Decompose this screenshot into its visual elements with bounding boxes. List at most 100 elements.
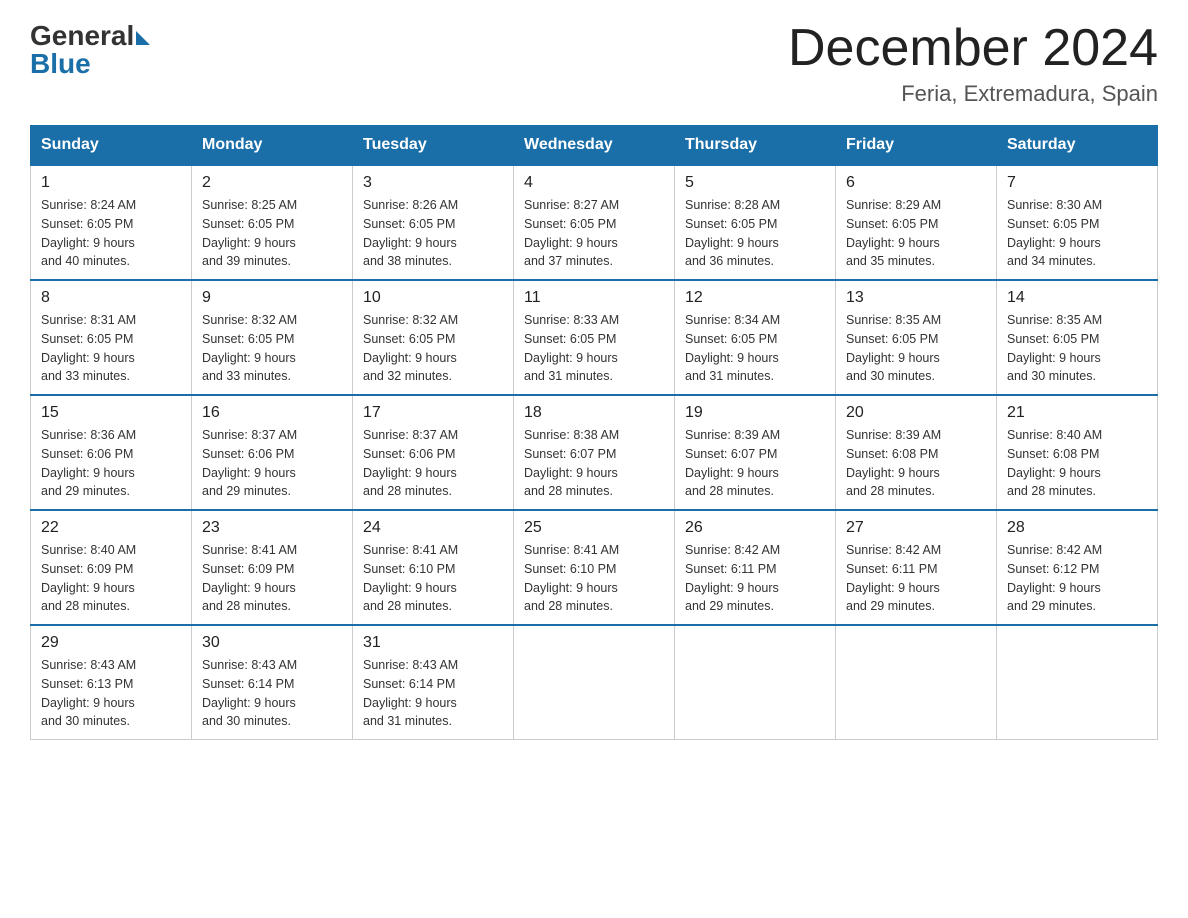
day-info: Sunrise: 8:43 AMSunset: 6:14 PMDaylight:… <box>202 656 342 731</box>
day-cell: 3 Sunrise: 8:26 AMSunset: 6:05 PMDaylight… <box>353 165 514 280</box>
day-cell: 4Sunrise: 8:27 AMSunset: 6:05 PMDaylight… <box>514 165 675 280</box>
day-number: 4 <box>524 174 664 192</box>
header-thursday: Thursday <box>675 126 836 166</box>
day-cell: 15 Sunrise: 8:36 AMSunset: 6:06 PMDayligh… <box>31 395 192 510</box>
day-cell: 25 Sunrise: 8:41 AMSunset: 6:10 PMDayligh… <box>514 510 675 625</box>
day-cell: 12Sunrise: 8:34 AMSunset: 6:05 PMDayligh… <box>675 280 836 395</box>
day-number: 15 <box>41 404 181 422</box>
day-info: Sunrise: 8:43 AMSunset: 6:13 PMDaylight:… <box>41 656 181 731</box>
day-info: Sunrise: 8:42 AMSunset: 6:11 PMDaylight:… <box>685 541 825 616</box>
calendar-header-row: SundayMondayTuesdayWednesdayThursdayFrid… <box>31 126 1158 166</box>
day-number: 23 <box>202 519 342 537</box>
header-saturday: Saturday <box>997 126 1158 166</box>
day-number: 27 <box>846 519 986 537</box>
day-info: Sunrise: 8:29 AMSunset: 6:05 PMDaylight:… <box>846 196 986 271</box>
day-cell: 16 Sunrise: 8:37 AMSunset: 6:06 PMDayligh… <box>192 395 353 510</box>
day-cell: 2Sunrise: 8:25 AMSunset: 6:05 PMDaylight… <box>192 165 353 280</box>
day-number: 11 <box>524 289 664 307</box>
day-number: 2 <box>202 174 342 192</box>
day-number: 22 <box>41 519 181 537</box>
week-row-1: 1 Sunrise: 8:24 AMSunset: 6:05 PMDaylight… <box>31 165 1158 280</box>
day-info: Sunrise: 8:32 AMSunset: 6:05 PMDaylight:… <box>202 311 342 386</box>
header-sunday: Sunday <box>31 126 192 166</box>
location-subtitle: Feria, Extremadura, Spain <box>788 81 1158 107</box>
day-info: Sunrise: 8:39 AMSunset: 6:08 PMDaylight:… <box>846 426 986 501</box>
day-number: 17 <box>363 404 503 422</box>
week-row-2: 8 Sunrise: 8:31 AMSunset: 6:05 PMDaylight… <box>31 280 1158 395</box>
week-row-4: 22Sunrise: 8:40 AMSunset: 6:09 PMDayligh… <box>31 510 1158 625</box>
day-cell: 31 Sunrise: 8:43 AMSunset: 6:14 PMDayligh… <box>353 625 514 740</box>
day-cell <box>997 625 1158 740</box>
day-info: Sunrise: 8:24 AMSunset: 6:05 PMDaylight:… <box>41 196 181 271</box>
day-info: Sunrise: 8:41 AMSunset: 6:09 PMDaylight:… <box>202 541 342 616</box>
day-info: Sunrise: 8:40 AMSunset: 6:08 PMDaylight:… <box>1007 426 1147 501</box>
header-wednesday: Wednesday <box>514 126 675 166</box>
day-info: Sunrise: 8:32 AMSunset: 6:05 PMDaylight:… <box>363 311 503 386</box>
day-cell: 26 Sunrise: 8:42 AMSunset: 6:11 PMDayligh… <box>675 510 836 625</box>
day-cell: 27 Sunrise: 8:42 AMSunset: 6:11 PMDayligh… <box>836 510 997 625</box>
day-number: 7 <box>1007 174 1147 192</box>
day-number: 24 <box>363 519 503 537</box>
day-info: Sunrise: 8:36 AMSunset: 6:06 PMDaylight:… <box>41 426 181 501</box>
day-number: 8 <box>41 289 181 307</box>
day-cell: 7 Sunrise: 8:30 AMSunset: 6:05 PMDaylight… <box>997 165 1158 280</box>
day-info: Sunrise: 8:33 AMSunset: 6:05 PMDaylight:… <box>524 311 664 386</box>
day-number: 26 <box>685 519 825 537</box>
day-number: 29 <box>41 634 181 652</box>
header-tuesday: Tuesday <box>353 126 514 166</box>
logo: General Blue <box>30 20 150 80</box>
day-number: 30 <box>202 634 342 652</box>
header-monday: Monday <box>192 126 353 166</box>
day-info: Sunrise: 8:41 AMSunset: 6:10 PMDaylight:… <box>363 541 503 616</box>
day-cell: 28Sunrise: 8:42 AMSunset: 6:12 PMDayligh… <box>997 510 1158 625</box>
day-number: 31 <box>363 634 503 652</box>
day-info: Sunrise: 8:35 AMSunset: 6:05 PMDaylight:… <box>1007 311 1147 386</box>
day-info: Sunrise: 8:35 AMSunset: 6:05 PMDaylight:… <box>846 311 986 386</box>
day-cell: 20 Sunrise: 8:39 AMSunset: 6:08 PMDayligh… <box>836 395 997 510</box>
day-info: Sunrise: 8:37 AMSunset: 6:06 PMDaylight:… <box>202 426 342 501</box>
day-info: Sunrise: 8:43 AMSunset: 6:14 PMDaylight:… <box>363 656 503 731</box>
day-number: 20 <box>846 404 986 422</box>
day-cell: 8 Sunrise: 8:31 AMSunset: 6:05 PMDaylight… <box>31 280 192 395</box>
week-row-3: 15 Sunrise: 8:36 AMSunset: 6:06 PMDayligh… <box>31 395 1158 510</box>
day-number: 18 <box>524 404 664 422</box>
day-number: 21 <box>1007 404 1147 422</box>
day-info: Sunrise: 8:42 AMSunset: 6:11 PMDaylight:… <box>846 541 986 616</box>
day-info: Sunrise: 8:30 AMSunset: 6:05 PMDaylight:… <box>1007 196 1147 271</box>
day-number: 25 <box>524 519 664 537</box>
day-cell <box>675 625 836 740</box>
day-number: 6 <box>846 174 986 192</box>
day-number: 13 <box>846 289 986 307</box>
day-info: Sunrise: 8:41 AMSunset: 6:10 PMDaylight:… <box>524 541 664 616</box>
day-cell <box>836 625 997 740</box>
month-year-title: December 2024 <box>788 20 1158 77</box>
week-row-5: 29 Sunrise: 8:43 AMSunset: 6:13 PMDayligh… <box>31 625 1158 740</box>
day-number: 16 <box>202 404 342 422</box>
header-friday: Friday <box>836 126 997 166</box>
day-cell: 6 Sunrise: 8:29 AMSunset: 6:05 PMDaylight… <box>836 165 997 280</box>
day-cell: 22Sunrise: 8:40 AMSunset: 6:09 PMDayligh… <box>31 510 192 625</box>
day-cell: 21 Sunrise: 8:40 AMSunset: 6:08 PMDayligh… <box>997 395 1158 510</box>
day-number: 1 <box>41 174 181 192</box>
day-info: Sunrise: 8:26 AMSunset: 6:05 PMDaylight:… <box>363 196 503 271</box>
page-header: General Blue December 2024 Feria, Extrem… <box>30 20 1158 107</box>
day-cell: 14Sunrise: 8:35 AMSunset: 6:05 PMDayligh… <box>997 280 1158 395</box>
day-cell: 17Sunrise: 8:37 AMSunset: 6:06 PMDayligh… <box>353 395 514 510</box>
day-cell: 5 Sunrise: 8:28 AMSunset: 6:05 PMDaylight… <box>675 165 836 280</box>
day-cell: 13 Sunrise: 8:35 AMSunset: 6:05 PMDayligh… <box>836 280 997 395</box>
title-section: December 2024 Feria, Extremadura, Spain <box>788 20 1158 107</box>
day-info: Sunrise: 8:38 AMSunset: 6:07 PMDaylight:… <box>524 426 664 501</box>
day-info: Sunrise: 8:28 AMSunset: 6:05 PMDaylight:… <box>685 196 825 271</box>
calendar-table: SundayMondayTuesdayWednesdayThursdayFrid… <box>30 125 1158 740</box>
day-cell: 18 Sunrise: 8:38 AMSunset: 6:07 PMDayligh… <box>514 395 675 510</box>
day-cell <box>514 625 675 740</box>
day-cell: 30 Sunrise: 8:43 AMSunset: 6:14 PMDayligh… <box>192 625 353 740</box>
day-info: Sunrise: 8:31 AMSunset: 6:05 PMDaylight:… <box>41 311 181 386</box>
day-number: 5 <box>685 174 825 192</box>
day-number: 28 <box>1007 519 1147 537</box>
day-cell: 19Sunrise: 8:39 AMSunset: 6:07 PMDayligh… <box>675 395 836 510</box>
day-cell: 1 Sunrise: 8:24 AMSunset: 6:05 PMDaylight… <box>31 165 192 280</box>
day-number: 19 <box>685 404 825 422</box>
day-number: 3 <box>363 174 503 192</box>
day-number: 12 <box>685 289 825 307</box>
